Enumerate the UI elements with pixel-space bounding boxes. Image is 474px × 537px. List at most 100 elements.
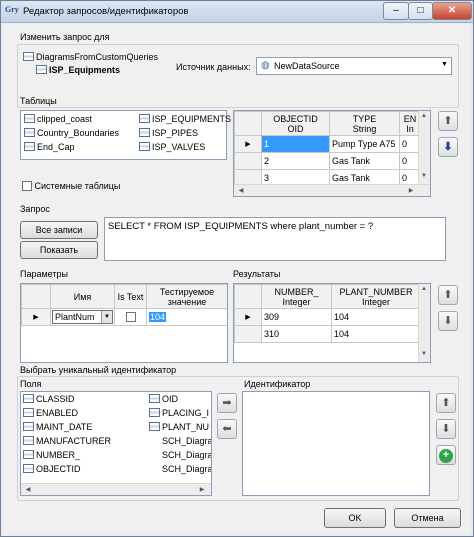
- column-header[interactable]: Is Text: [114, 284, 147, 309]
- chevron-down-icon: ▼: [101, 311, 112, 323]
- table-icon: [139, 128, 150, 137]
- scroll-left-icon: ◀: [25, 487, 31, 493]
- vertical-scrollbar[interactable]: ▲ ▼: [418, 284, 430, 362]
- client-area: Изменить запрос для DiagramsFromCustomQu…: [4, 24, 470, 534]
- row-pointer-icon: ▶: [234, 308, 262, 326]
- app-logo-icon: Gry: [5, 5, 19, 14]
- ok-button[interactable]: OK: [324, 508, 386, 528]
- field-item[interactable]: SCH_Diagra: [162, 464, 211, 476]
- is-text-checkbox[interactable]: [125, 312, 136, 322]
- param-test-value[interactable]: 104: [149, 312, 167, 322]
- field-icon: [23, 464, 34, 473]
- chevron-down-icon: ▼: [441, 61, 448, 68]
- field-icon: [23, 394, 34, 403]
- arrow-up-icon: ⬆: [441, 397, 451, 409]
- id-up-button[interactable]: ⬆: [436, 393, 456, 413]
- query-text: SELECT * FROM ISP_EQUIPMENTS where plant…: [108, 221, 374, 232]
- table-row[interactable]: 2 Gas Tank 0: [234, 152, 421, 170]
- arrow-down-icon: ⬇: [443, 315, 453, 327]
- vertical-scrollbar[interactable]: ▲ ▼: [418, 111, 430, 184]
- column-header[interactable]: TYPE String: [329, 111, 400, 136]
- scroll-right-icon: ▶: [408, 188, 414, 194]
- checkbox-box[interactable]: [22, 181, 32, 191]
- column-header[interactable]: PLANT_NUMBER Integer: [331, 284, 421, 309]
- tables-preview-grid[interactable]: OBJECTID OID TYPE String EN In ▶ 1 Pump Type …: [233, 110, 431, 197]
- arrow-down-icon: ⬇: [443, 141, 453, 153]
- query-label: Запрос: [20, 204, 50, 214]
- table-icon: [24, 128, 35, 137]
- all-records-button[interactable]: Все записи: [20, 221, 98, 239]
- scroll-up-icon: ▲: [421, 113, 427, 119]
- horizontal-scrollbar[interactable]: ◀ ▶: [234, 184, 430, 196]
- tree-child-node[interactable]: ISP_Equipments: [36, 65, 120, 75]
- table-item[interactable]: ISP_VALVES: [139, 142, 205, 154]
- system-tables-checkbox[interactable]: Системные таблицы: [22, 181, 120, 191]
- field-item[interactable]: PLANT_NU: [149, 422, 209, 434]
- results-down-button[interactable]: ⬇: [438, 311, 458, 331]
- add-field-button[interactable]: ➡: [217, 393, 237, 413]
- move-down-button[interactable]: ⬇: [438, 137, 458, 157]
- column-header[interactable]: Тестируемое значение: [146, 284, 227, 309]
- tables-list[interactable]: clipped_coast Country_Boundaries End_Cap…: [20, 110, 231, 160]
- fields-list[interactable]: CLASSID ENABLED MAINT_DATE MANUFACTURER …: [20, 391, 212, 496]
- table-row[interactable]: ▶ 1 Pump Type A75 0: [234, 135, 421, 153]
- arrow-up-icon: ⬆: [443, 289, 453, 301]
- minimize-button[interactable]: –: [383, 2, 409, 20]
- id-down-button[interactable]: ⬇: [436, 419, 456, 439]
- field-icon: [23, 422, 34, 431]
- field-item[interactable]: ENABLED: [23, 408, 78, 420]
- table-icon: [24, 142, 35, 151]
- field-icon: [23, 436, 34, 445]
- field-item[interactable]: CLASSID: [23, 394, 75, 406]
- field-item[interactable]: SCH_Diagra: [162, 450, 211, 462]
- query-textarea[interactable]: SELECT * FROM ISP_EQUIPMENTS where plant…: [104, 217, 446, 261]
- column-header[interactable]: Имя: [50, 284, 115, 309]
- results-label: Результаты: [233, 269, 281, 279]
- table-icon: [24, 114, 35, 123]
- show-button[interactable]: Показать: [20, 241, 98, 259]
- table-item[interactable]: ISP_EQUIPMENTS: [139, 114, 231, 126]
- scroll-down-icon: ▼: [421, 173, 427, 179]
- field-item[interactable]: SCH_Diagra: [162, 436, 211, 448]
- results-grid[interactable]: NUMBER_ Integer PLANT_NUMBER Integer ▶ 309 1…: [233, 283, 431, 363]
- datasource-label: Источник данных:: [176, 62, 251, 72]
- table-item[interactable]: ISP_PIPES: [139, 128, 198, 140]
- scroll-right-icon: ▶: [199, 487, 205, 493]
- close-button[interactable]: ✕: [432, 2, 472, 20]
- params-grid[interactable]: Имя Is Text Тестируемое значение ▶ Plant…: [20, 283, 228, 363]
- database-icon: ◍: [261, 60, 270, 71]
- field-item[interactable]: OID: [149, 394, 178, 406]
- cancel-button[interactable]: Отмена: [394, 508, 461, 528]
- scroll-down-icon: ▼: [421, 351, 427, 357]
- tree-parent-node[interactable]: DiagramsFromCustomQueries: [23, 52, 158, 62]
- add-identifier-button[interactable]: +: [436, 445, 456, 465]
- field-icon: [149, 394, 160, 403]
- table-icon: [139, 114, 150, 123]
- field-item[interactable]: PLACING_I: [149, 408, 209, 420]
- move-up-button[interactable]: ⬆: [438, 111, 458, 131]
- field-item[interactable]: MAINT_DATE: [23, 422, 92, 434]
- field-item[interactable]: NUMBER_: [23, 450, 80, 462]
- column-header[interactable]: OBJECTID OID: [261, 111, 330, 136]
- field-icon: [149, 408, 160, 417]
- datasource-select[interactable]: ◍ NewDataSource ▼: [256, 57, 452, 75]
- table-row[interactable]: ▶ PlantNum ▼ 104: [21, 308, 227, 326]
- table-row[interactable]: 310 104: [234, 325, 421, 343]
- horizontal-scrollbar[interactable]: ◀ ▶: [21, 483, 211, 495]
- remove-field-button[interactable]: ⬅: [217, 419, 237, 439]
- table-item[interactable]: clipped_coast: [24, 114, 92, 126]
- arrow-left-icon: ⬅: [222, 423, 232, 435]
- table-icon: [139, 142, 150, 151]
- param-name-select[interactable]: PlantNum ▼: [52, 310, 113, 324]
- row-pointer-icon: ▶: [21, 308, 51, 326]
- table-item[interactable]: Country_Boundaries: [24, 128, 119, 140]
- change-query-label: Изменить запрос для: [20, 32, 110, 42]
- table-item[interactable]: End_Cap: [24, 142, 75, 154]
- field-item[interactable]: OBJECTID: [23, 464, 81, 476]
- maximize-button[interactable]: □: [408, 2, 433, 20]
- identifier-list[interactable]: [242, 391, 430, 496]
- table-row[interactable]: ▶ 309 104: [234, 308, 421, 326]
- results-up-button[interactable]: ⬆: [438, 285, 458, 305]
- column-header[interactable]: NUMBER_ Integer: [261, 284, 332, 309]
- field-item[interactable]: MANUFACTURER: [23, 436, 111, 448]
